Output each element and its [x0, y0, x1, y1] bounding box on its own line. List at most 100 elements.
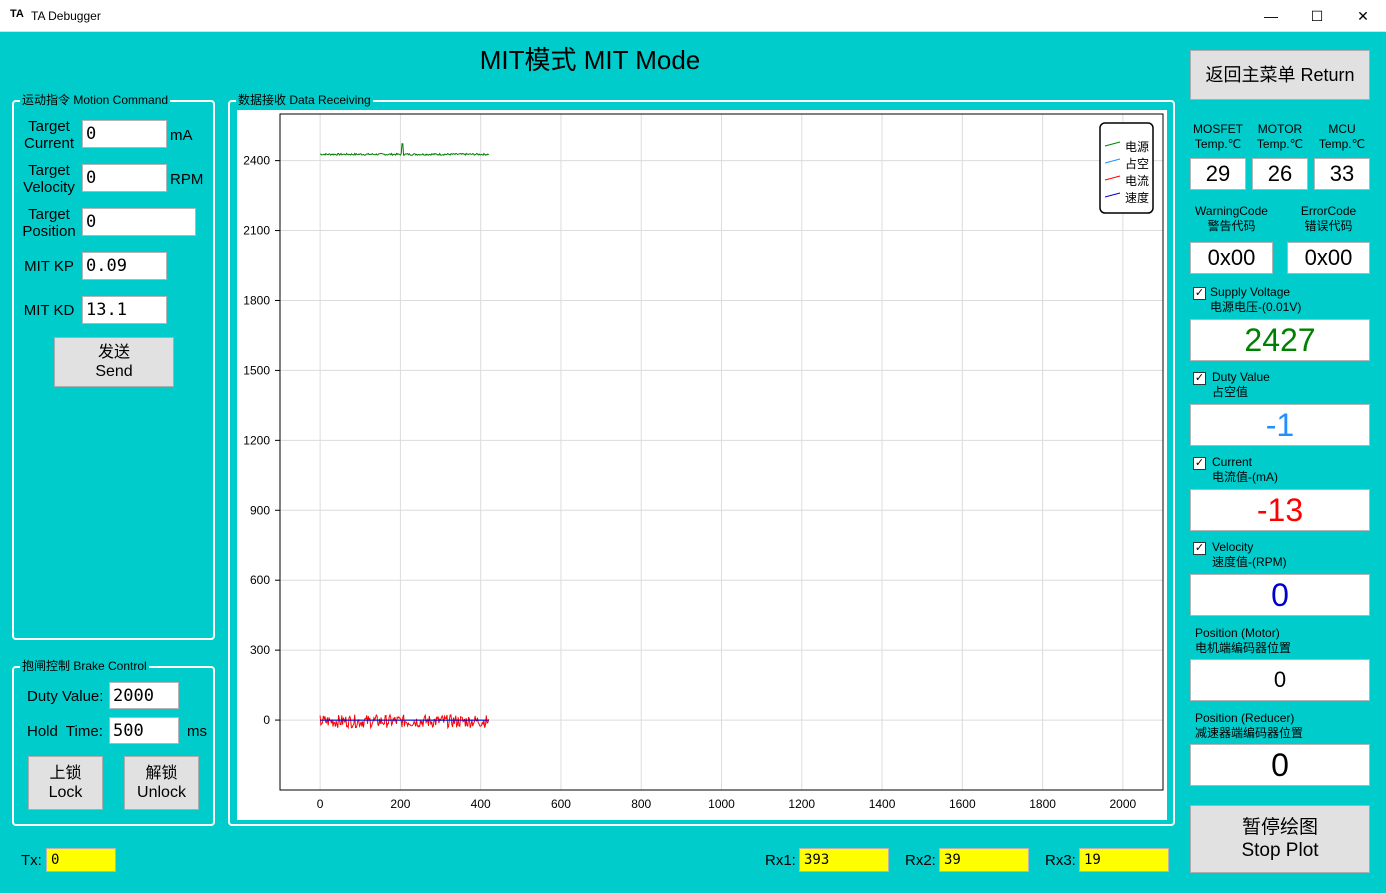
current-readout-label: Current 电流值-(mA)	[1212, 455, 1278, 484]
minimize-button[interactable]: —	[1248, 0, 1294, 32]
x-tick-label: 600	[551, 797, 571, 811]
hold-time-input[interactable]: 500	[109, 717, 179, 744]
supply-voltage-checkbox[interactable]: ✓	[1193, 287, 1206, 300]
velocity-readout: 0	[1190, 574, 1370, 616]
y-tick-label: 1800	[243, 293, 270, 307]
position-reducer-value: 0	[1190, 744, 1370, 786]
x-tick-label: 1600	[949, 797, 976, 811]
send-button-zh: 发送	[97, 344, 130, 361]
stop-plot-button[interactable]: 暂停绘图 Stop Plot	[1190, 805, 1370, 873]
duty-value-checkbox[interactable]: ✓	[1193, 372, 1206, 385]
target-position-input[interactable]: 0	[82, 208, 196, 236]
error-code-value: 0x00	[1287, 242, 1370, 274]
x-tick-label: 2000	[1110, 797, 1137, 811]
legend-label: 占空	[1125, 156, 1149, 171]
warning-code-label: WarningCode 警告代码	[1195, 204, 1268, 233]
x-tick-label: 1800	[1029, 797, 1056, 811]
mcu-temp-value: 33	[1314, 158, 1370, 190]
mit-kd-input[interactable]: 13.1	[82, 296, 167, 324]
target-current-input[interactable]: 0	[82, 120, 167, 148]
unlock-button-en: Unlock	[137, 784, 186, 801]
position-motor-label: Position (Motor) 电机端编码器位置	[1195, 626, 1292, 655]
window-title: TA Debugger	[31, 9, 101, 23]
rx1-label: Rx1:	[765, 852, 796, 869]
close-button[interactable]: ✕	[1340, 0, 1386, 32]
x-tick-label: 1400	[869, 797, 896, 811]
legend-label: 电流	[1125, 174, 1149, 188]
mosfet-temp-label: MOSFET Temp.℃	[1193, 122, 1243, 151]
y-tick-label: 900	[250, 503, 270, 517]
lock-button-en: Lock	[48, 784, 83, 801]
target-position-label: Target Position	[22, 206, 76, 240]
position-reducer-label: Position (Reducer) 减速器端编码器位置	[1195, 711, 1304, 740]
mit-kp-input[interactable]: 0.09	[82, 252, 167, 280]
target-velocity-label: Target Velocity	[23, 162, 75, 196]
maximize-button[interactable]: ☐	[1294, 0, 1340, 32]
brake-control-label: 抱闸控制 Brake Control	[20, 659, 149, 673]
tx-count: 0	[46, 848, 116, 872]
y-tick-label: 2100	[243, 224, 270, 238]
page-title: MIT模式 MIT Mode	[479, 45, 701, 75]
rx3-label: Rx3:	[1045, 852, 1076, 869]
mosfet-temp-value: 29	[1190, 158, 1246, 190]
target-velocity-input[interactable]: 0	[82, 164, 167, 192]
mcu-temp-label: MCU Temp.℃	[1318, 122, 1366, 151]
lock-button[interactable]: 上锁 Lock	[28, 756, 103, 810]
series-line	[319, 713, 490, 730]
legend-label: 速度	[1125, 190, 1149, 205]
x-tick-label: 1200	[788, 797, 815, 811]
hold-time-unit: ms	[187, 723, 207, 740]
send-button[interactable]: 发送 Send	[54, 337, 174, 387]
stop-plot-zh: 暂停绘图	[1241, 817, 1318, 838]
y-tick-label: 1200	[243, 433, 270, 447]
rx2-count: 39	[939, 848, 1029, 872]
x-tick-label: 400	[471, 797, 491, 811]
duty-value-input[interactable]: 2000	[109, 682, 179, 709]
current-unit-label: mA	[170, 127, 193, 144]
mit-kd-label: MIT KD	[23, 302, 75, 319]
x-tick-label: 200	[390, 797, 410, 811]
warning-code-value: 0x00	[1190, 242, 1273, 274]
y-tick-label: 0	[263, 713, 270, 727]
error-code-label: ErrorCode 错误代码	[1300, 204, 1357, 233]
tx-label: Tx:	[21, 852, 42, 869]
target-current-label: Target Current	[23, 118, 75, 152]
mit-kp-label: MIT KP	[24, 258, 74, 275]
lock-button-zh: 上锁	[49, 765, 82, 782]
velocity-unit-label: RPM	[170, 171, 204, 188]
velocity-readout-label: Velocity 速度值-(RPM)	[1212, 540, 1287, 569]
rx2-label: Rx2:	[905, 852, 936, 869]
chart-svg: 0 200 400 600 800 1000 1200 1400 1600 1800 2000 0 30…	[243, 113, 1164, 811]
y-tick-label: 2400	[243, 154, 270, 168]
unlock-button-zh: 解锁	[145, 765, 178, 782]
y-tick-label: 1500	[243, 363, 270, 377]
supply-voltage-label: Supply Voltage 电源电压-(0.01V)	[1210, 285, 1302, 314]
data-receiving-label: 数据接收 Data Receiving	[236, 93, 373, 107]
x-tick-label: 0	[317, 797, 324, 811]
motion-command-label: 运动指令 Motion Command	[20, 93, 171, 107]
legend-label: 电源	[1125, 140, 1149, 154]
unlock-button[interactable]: 解锁 Unlock	[124, 756, 199, 810]
rx3-count: 19	[1079, 848, 1169, 872]
motor-temp-value: 26	[1252, 158, 1308, 190]
motor-temp-label: MOTOR Temp.℃	[1256, 122, 1304, 151]
duty-value-readout: -1	[1190, 404, 1370, 446]
app-logo-icon: TA	[10, 8, 24, 20]
rx1-count: 393	[799, 848, 889, 872]
return-button[interactable]: 返回主菜单 Return	[1190, 50, 1370, 100]
stop-plot-en: Stop Plot	[1241, 840, 1319, 861]
current-checkbox[interactable]: ✓	[1193, 457, 1206, 470]
hold-time-label: Hold Time:	[27, 723, 103, 740]
series-line	[320, 143, 490, 156]
position-motor-value: 0	[1190, 659, 1370, 701]
send-button-en: Send	[95, 363, 133, 380]
title-bar: TA TA Debugger — ☐ ✕	[0, 0, 1386, 32]
supply-voltage-value: 2427	[1190, 319, 1370, 361]
y-tick-label: 600	[250, 573, 270, 587]
y-tick-label: 300	[250, 643, 270, 657]
return-button-label: 返回主菜单 Return	[1205, 64, 1355, 85]
duty-value-label: Duty Value:	[27, 688, 104, 705]
current-readout: -13	[1190, 489, 1370, 531]
velocity-checkbox[interactable]: ✓	[1193, 542, 1206, 555]
data-chart[interactable]: 0 200 400 600 800 1000 1200 1400 1600 1800 2000 0 30…	[237, 110, 1167, 820]
